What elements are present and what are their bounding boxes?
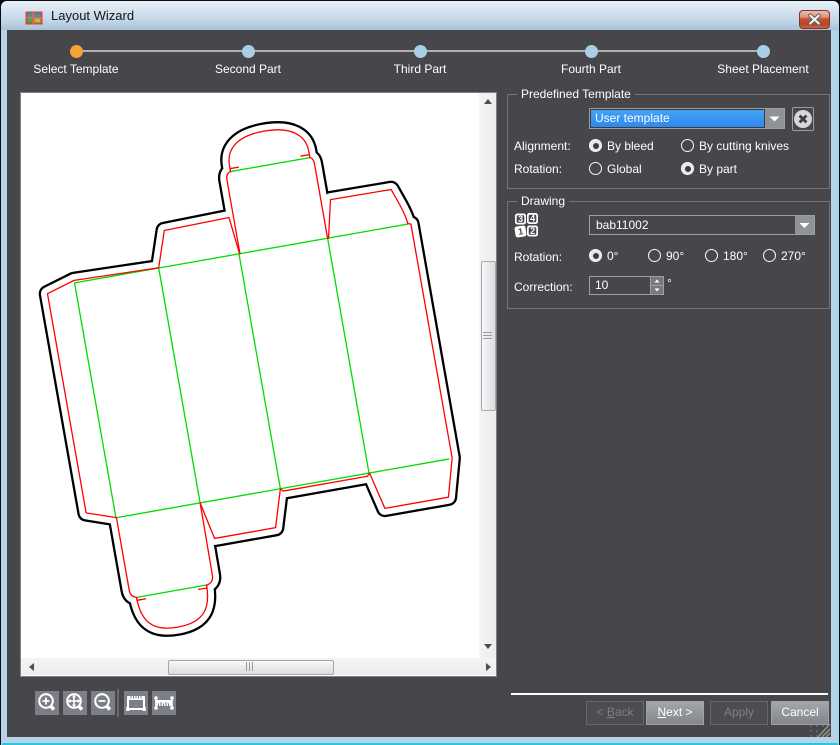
svg-text:4: 4: [530, 214, 535, 224]
svg-text:2: 2: [530, 226, 535, 236]
svg-text:3: 3: [518, 214, 523, 224]
